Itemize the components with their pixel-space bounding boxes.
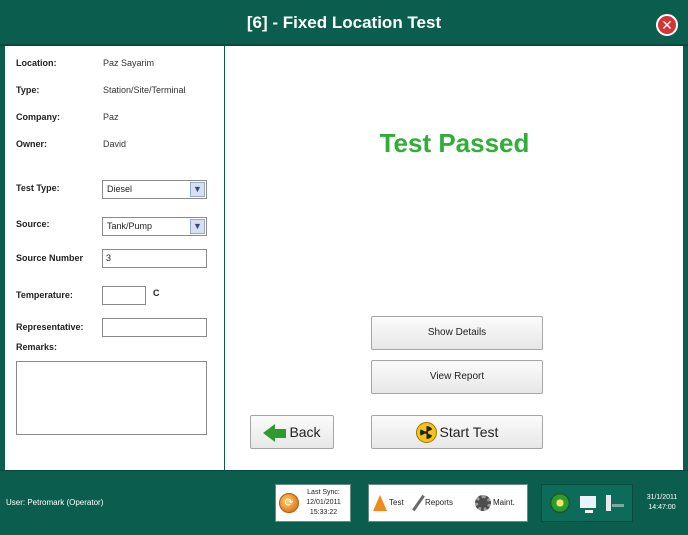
start-test-button[interactable]: Start Test — [371, 415, 543, 449]
maint-nav-button[interactable]: Maint. — [475, 489, 515, 517]
clock-date: 31/1/2011 — [646, 494, 678, 501]
close-icon: ✕ — [661, 17, 673, 33]
company-label: Company: — [16, 112, 61, 122]
details-panel: Location: Paz Sayarim Type: Station/Site… — [5, 46, 225, 470]
test-type-label: Test Type: — [16, 183, 60, 193]
pen-icon — [412, 494, 425, 512]
source-value: Tank/Pump — [107, 221, 153, 231]
type-label: Type: — [16, 85, 40, 95]
main-panel: Test Passed Show Details View Report Bac… — [226, 46, 683, 470]
source-number-input[interactable]: 3 — [102, 249, 207, 268]
temperature-label: Temperature: — [16, 290, 73, 300]
usb-icon — [606, 495, 624, 511]
source-label: Source: — [16, 219, 50, 229]
signal-icon — [550, 493, 570, 513]
owner-value: David — [103, 139, 127, 149]
representative-label: Representative: — [16, 322, 84, 332]
test-type-value: Diesel — [107, 184, 133, 194]
location-label: Location: — [16, 58, 57, 68]
remarks-label: Remarks: — [16, 342, 58, 352]
representative-input[interactable] — [102, 318, 207, 337]
status-bar: User: Petromark (Operator) ⟳ Last Sync: … — [0, 470, 688, 535]
radiation-icon — [415, 421, 437, 443]
source-select[interactable]: Tank/Pump ▼ — [102, 217, 207, 236]
window-title: [6] - Fixed Location Test — [246, 13, 442, 32]
temperature-input[interactable] — [102, 286, 146, 305]
location-value: Paz Sayarim — [103, 58, 155, 68]
start-test-label: Start Test — [439, 424, 499, 440]
back-arrow-icon — [263, 424, 276, 443]
current-user: User: Petromark (Operator) — [6, 498, 104, 507]
company-value: Paz — [103, 112, 119, 122]
source-number-label: Source Number — [16, 253, 84, 263]
clock-time: 14:47:00 — [648, 504, 676, 511]
reports-nav-button[interactable]: Reports — [412, 489, 453, 517]
owner-label: Owner: — [16, 139, 48, 149]
title-bar: [6] - Fixed Location Test ✕ — [0, 0, 688, 46]
type-value: Station/Site/Terminal — [103, 85, 186, 95]
connection-status — [541, 484, 633, 522]
test-nav-button[interactable]: Test — [373, 489, 404, 517]
close-button[interactable]: ✕ — [656, 14, 678, 36]
gear-icon — [475, 494, 491, 511]
dropdown-arrow-icon[interactable]: ▼ — [190, 182, 205, 197]
flask-icon — [373, 494, 387, 511]
back-button[interactable]: Back — [250, 415, 334, 449]
view-report-button[interactable]: View Report — [371, 360, 543, 394]
frame-right — [683, 46, 688, 470]
computer-icon — [580, 496, 596, 513]
temperature-unit: C — [153, 288, 160, 298]
back-label: Back — [289, 424, 321, 440]
test-status: Test Passed — [379, 128, 530, 158]
nav-toolbar: Test Reports Maint. — [368, 484, 528, 522]
remarks-input[interactable] — [16, 361, 207, 435]
last-sync-info: Last Sync: 12/01/2011 15:33:22 — [306, 489, 341, 516]
clock: 31/1/2011 14:47:00 — [638, 493, 686, 513]
dropdown-arrow-icon[interactable]: ▼ — [190, 219, 205, 234]
sync-button[interactable]: ⟳ Last Sync: 12/01/2011 15:33:22 — [275, 484, 351, 522]
test-type-select[interactable]: Diesel ▼ — [102, 180, 207, 199]
show-details-button[interactable]: Show Details — [371, 316, 543, 350]
sync-icon: ⟳ — [279, 493, 299, 513]
